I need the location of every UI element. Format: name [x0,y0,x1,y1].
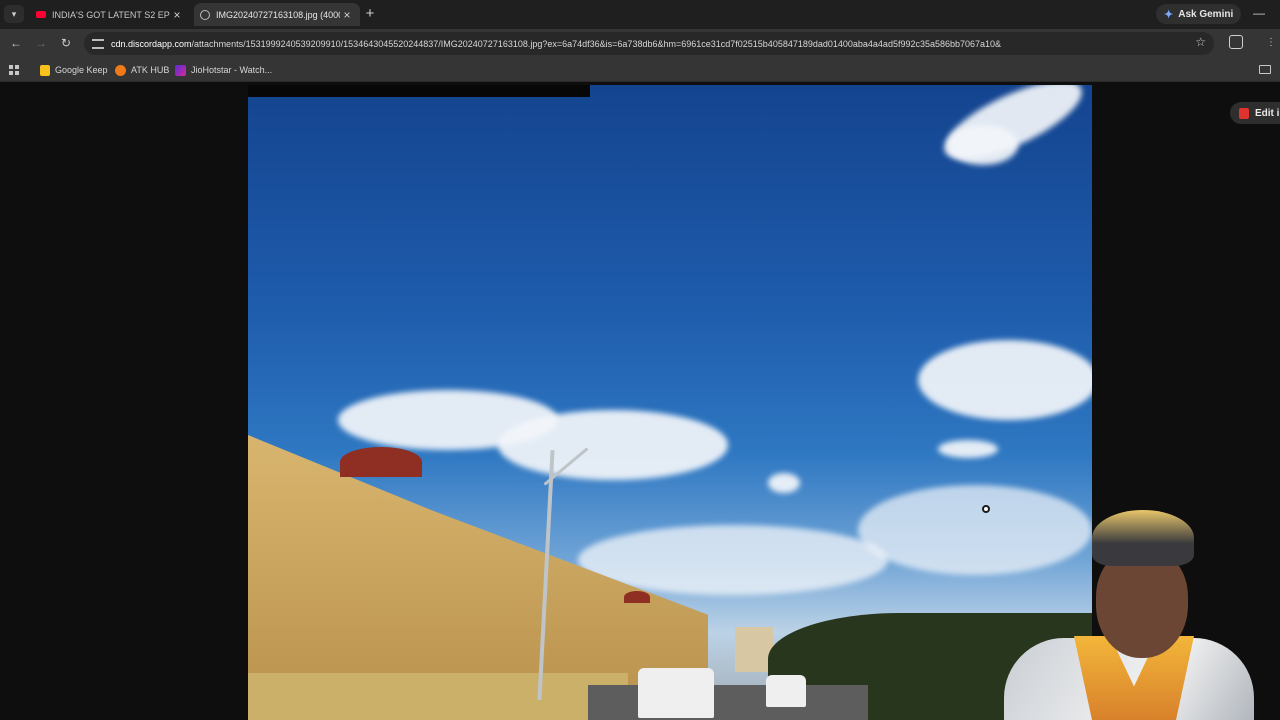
url-text: cdn.discordapp.com/attachments/153199924… [111,39,1214,49]
tab-youtube[interactable]: INDIA'S GOT LATENT S2 EP4 ft. × [30,3,190,26]
bookmark-google-keep[interactable]: Google Keep [40,62,108,78]
building-dome [624,591,650,603]
tab-search-button[interactable]: ▾ [4,5,24,23]
reload-icon: ↻ [60,36,72,50]
browser-toolbar: ← → ↻ cdn.discordapp.com/attachments/153… [0,29,1280,58]
car [638,668,714,718]
bookmark-atk-hub[interactable]: ATK HUB [115,62,169,78]
gemini-sparkle-icon: ✦ [1164,8,1174,21]
tab-strip: ▾ INDIA'S GOT LATENT S2 EP4 ft. × IMG202… [0,0,1280,29]
back-button[interactable]: ← [7,35,25,53]
bookmark-label: ATK HUB [131,65,170,75]
chevron-down-icon: ▾ [11,8,17,19]
site-settings-icon[interactable] [92,38,104,49]
minimize-button[interactable]: — [1248,4,1270,24]
edit-button-label: Edit i [1255,107,1280,119]
forward-button[interactable]: → [32,35,50,53]
globe-icon [200,9,210,20]
youtube-icon [36,11,46,18]
bookmark-star-icon[interactable]: ☆ [1195,35,1206,49]
atk-hub-icon [115,64,126,76]
close-icon[interactable]: × [170,8,184,22]
bookmark-label: Google Keep [55,65,108,75]
arrow-right-icon: → [35,36,47,50]
plus-icon: + [365,5,375,22]
apps-grid-icon[interactable] [9,65,19,75]
ask-gemini-button[interactable]: ✦ Ask Gemini [1156,4,1242,24]
displayed-image[interactable] [248,85,1092,720]
tab-image[interactable]: IMG20240727163108.jpg (4000 × [194,3,360,26]
more-menu-icon[interactable]: ⋮ [1266,37,1278,48]
url-host: cdn.discordapp.com [111,38,192,49]
reload-button[interactable]: ↻ [57,35,75,53]
image-dark-band [248,85,590,97]
streamer-avatar-overlay [996,508,1256,720]
mouse-cursor [982,505,990,513]
bookmark-label: JioHotstar - Watch... [191,65,273,75]
bookmark-jiohotstar[interactable]: JioHotstar - Watch... [175,62,272,78]
tab-title: INDIA'S GOT LATENT S2 EP4 ft. [52,9,170,20]
avatar-hair [1092,510,1194,566]
sidewalk [248,673,628,720]
address-bar[interactable]: cdn.discordapp.com/attachments/153199924… [84,32,1214,55]
url-path: /attachments/1531999240539209910/1534643… [191,38,1002,49]
minimize-icon: — [1253,6,1265,20]
extensions-icon[interactable] [1229,35,1243,49]
ask-gemini-label: Ask Gemini [1178,8,1234,20]
cloud [498,410,728,480]
building-dome [340,447,422,477]
cloud [918,340,1092,420]
all-bookmarks-folder-icon[interactable] [1259,65,1271,74]
edit-in-acrobat-button[interactable]: Edit i [1230,102,1280,124]
jiohotstar-icon [175,64,186,76]
page-viewport: Edit i [0,83,1280,720]
tab-title: IMG20240727163108.jpg (4000 [216,9,340,20]
arrow-left-icon: ← [10,36,22,50]
cloud [948,125,1018,165]
car [766,675,806,707]
new-tab-button[interactable]: + [362,5,378,23]
bookmarks-bar: Google Keep ATK HUB JioHotstar - Watch..… [0,58,1280,82]
close-icon[interactable]: × [340,8,354,22]
road [588,685,868,720]
cloud [768,473,800,493]
cloud [938,440,998,458]
google-keep-icon [40,64,50,76]
acrobat-pdf-icon [1239,107,1249,119]
